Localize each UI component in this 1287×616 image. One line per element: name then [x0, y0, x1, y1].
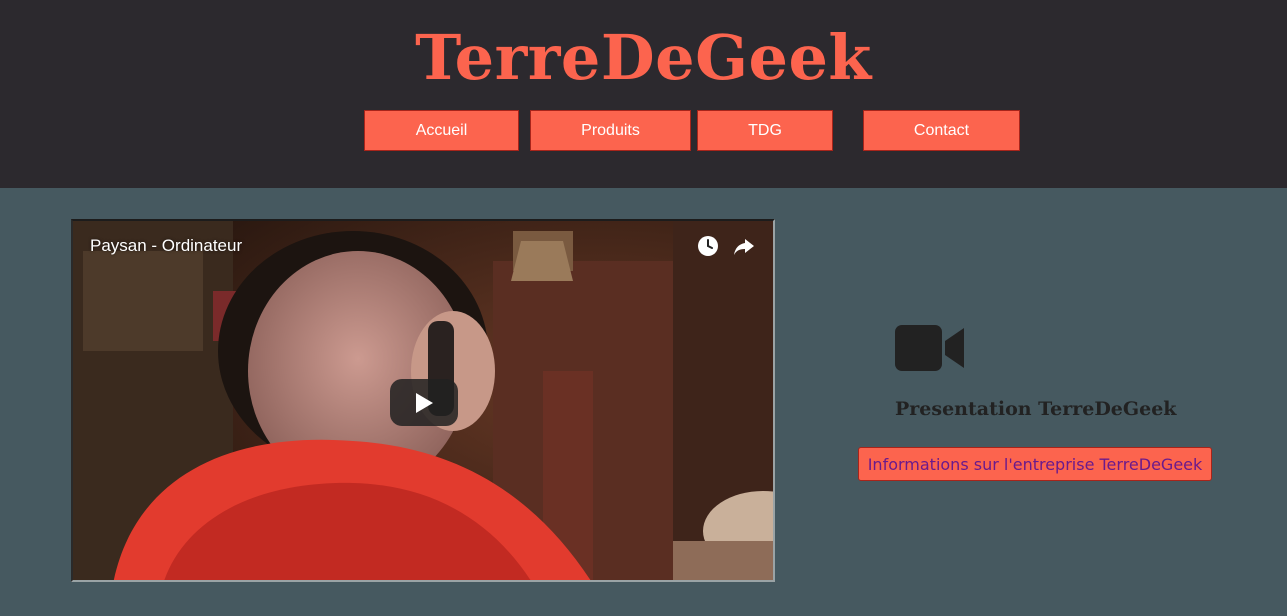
nav-button-accueil[interactable]: Accueil: [364, 110, 519, 151]
video-camera-icon: [895, 325, 964, 371]
play-button[interactable]: [390, 379, 458, 426]
play-icon: [416, 392, 433, 413]
video-player[interactable]: Paysan - Ordinateur: [71, 219, 775, 582]
share-icon[interactable]: [732, 235, 756, 257]
nav-button-tdg[interactable]: TDG: [697, 110, 833, 151]
nav-button-produits[interactable]: Produits: [530, 110, 691, 151]
video-title[interactable]: Paysan - Ordinateur: [90, 236, 242, 256]
company-info-link[interactable]: Informations sur l'entreprise TerreDeGee…: [858, 447, 1212, 481]
clock-icon[interactable]: [697, 235, 719, 257]
nav-button-contact[interactable]: Contact: [863, 110, 1020, 151]
site-header: TerreDeGeek Accueil Produits TDG Contact: [0, 0, 1287, 188]
presentation-heading: Presentation TerreDeGeek: [895, 398, 1177, 420]
site-title: TerreDeGeek: [415, 21, 872, 94]
